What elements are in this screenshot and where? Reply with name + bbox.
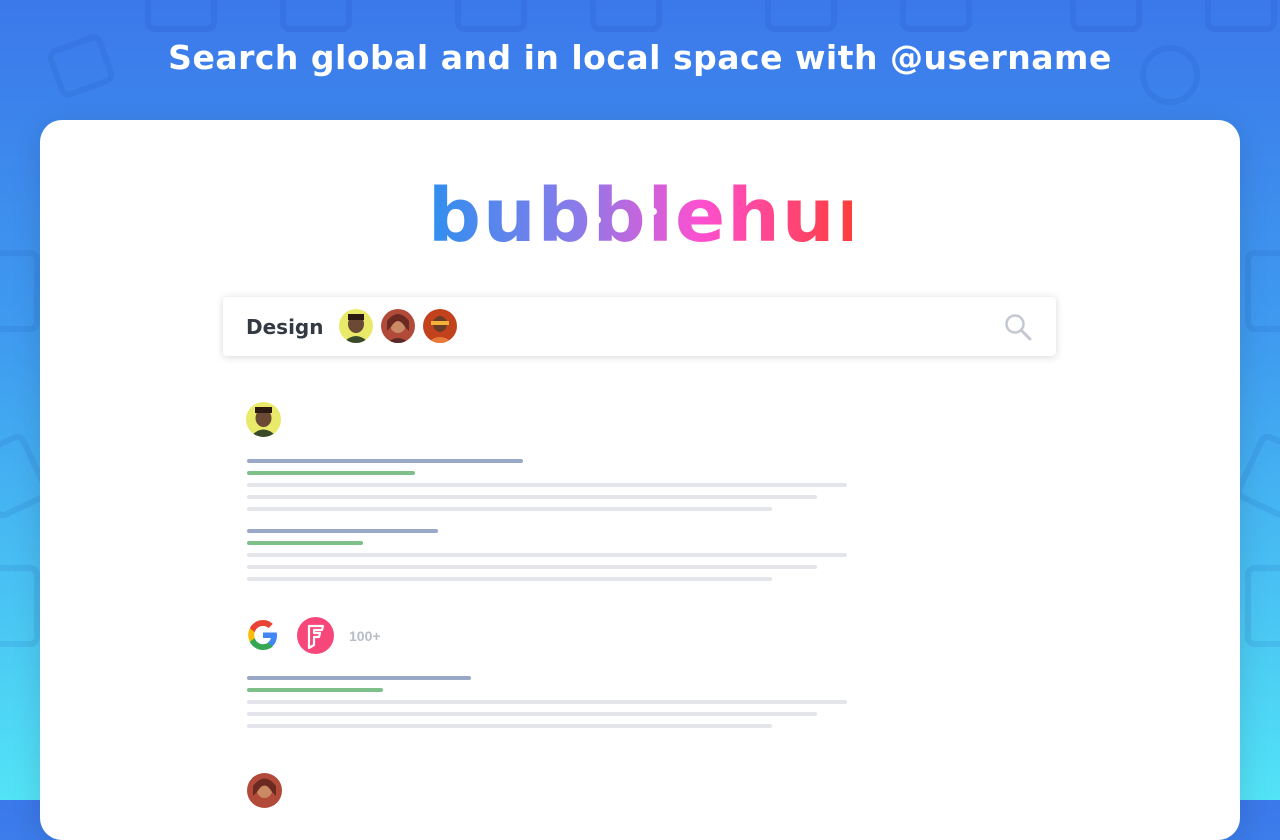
search-icon[interactable] xyxy=(1003,312,1033,342)
result-title-line[interactable] xyxy=(247,676,471,680)
user-chip-avatar[interactable] xyxy=(423,309,457,343)
result-snippet-line xyxy=(247,700,847,704)
result-title-line[interactable] xyxy=(247,529,438,533)
logo-bubble xyxy=(650,208,657,215)
bg-device-icon xyxy=(900,0,972,32)
bg-device-icon xyxy=(145,0,217,32)
bg-phone-icon xyxy=(0,565,40,647)
logo-bubble xyxy=(454,216,462,224)
bg-device-icon xyxy=(590,0,662,32)
bg-device-icon xyxy=(280,0,352,32)
bg-phone-icon xyxy=(0,250,40,332)
bg-device-icon xyxy=(765,0,837,32)
result-snippet-line xyxy=(247,483,847,487)
result-snippet-line xyxy=(247,495,817,499)
bg-device-icon xyxy=(455,0,527,32)
result-snippet-line xyxy=(247,565,817,569)
results-count: 100+ xyxy=(349,628,381,644)
bg-phone-icon xyxy=(1245,565,1280,647)
result-snippet-line xyxy=(247,577,772,581)
google-icon[interactable] xyxy=(246,618,280,652)
bubblehunt-logo: bubblehunt xyxy=(428,173,929,259)
result-snippet-line xyxy=(247,507,772,511)
result-url-line xyxy=(247,471,415,475)
main-card: bubblehunt Design 100+ xyxy=(40,120,1240,840)
bg-device-icon xyxy=(1205,0,1277,32)
result-author-avatar[interactable] xyxy=(246,402,281,437)
result-url-line xyxy=(247,688,383,692)
result-snippet-line xyxy=(247,553,847,557)
foursquare-icon[interactable] xyxy=(297,617,334,654)
logo-bubble xyxy=(593,216,601,224)
result-url-line xyxy=(247,541,363,545)
bg-device-icon xyxy=(1070,0,1142,32)
user-chip-avatar[interactable] xyxy=(339,309,373,343)
result-author-avatar[interactable] xyxy=(247,773,282,808)
search-query[interactable]: Design xyxy=(246,315,323,339)
result-snippet-line xyxy=(247,724,772,728)
result-title-line[interactable] xyxy=(247,459,523,463)
bg-phone-icon xyxy=(1245,250,1280,332)
headline: Search global and in local space with @u… xyxy=(168,38,1112,77)
user-chip-avatar[interactable] xyxy=(381,309,415,343)
result-snippet-line xyxy=(247,712,817,716)
search-bar[interactable]: Design xyxy=(223,297,1056,356)
